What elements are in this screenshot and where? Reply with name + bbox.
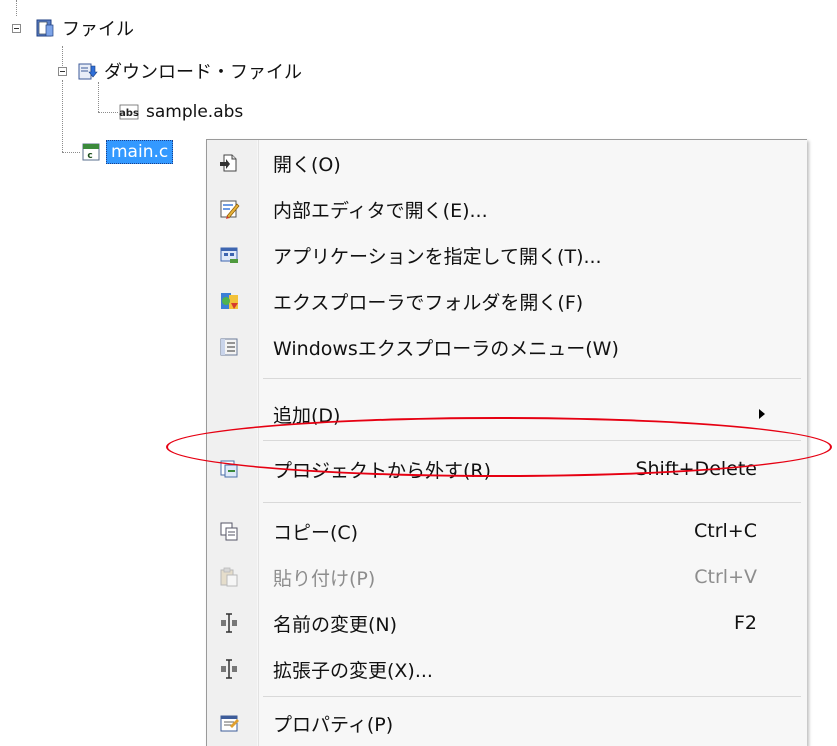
menu-item-windows-explorer-menu[interactable]: Windowsエクスプローラのメニュー(W)	[207, 324, 807, 370]
menu-separator	[263, 502, 801, 503]
folder-file-icon	[34, 17, 56, 39]
menu-item-label: 名前の変更(N)	[273, 613, 398, 636]
menu-item-add[interactable]: 追加(D)	[207, 391, 807, 437]
svg-text:c: c	[87, 151, 92, 161]
menu-item-shortcut: Ctrl+C	[694, 520, 757, 542]
menu-item-label: Windowsエクスプローラのメニュー(W)	[273, 337, 619, 360]
internal-editor-icon	[217, 197, 241, 221]
menu-item-open-with-application[interactable]: アプリケーションを指定して開く(T)...	[207, 232, 807, 278]
tree-connector-line	[62, 46, 63, 66]
c-source-file-icon: c	[80, 141, 102, 163]
tree-connector-line	[98, 112, 118, 113]
tree-item-sample-abs[interactable]: abs sample.abs	[118, 99, 243, 125]
menu-item-label: コピー(C)	[273, 521, 359, 544]
change-extension-icon	[217, 657, 241, 681]
menu-item-label: 開く(O)	[273, 153, 341, 176]
tree-item-files[interactable]: ファイル	[34, 15, 134, 41]
menu-item-shortcut: F2	[733, 612, 757, 634]
open-with-application-icon	[217, 243, 241, 267]
abs-file-icon: abs	[118, 101, 140, 123]
project-tree: ファイル ダウンロード・ファイル abs sample.abs c main.c	[0, 0, 302, 170]
menu-item-properties[interactable]: プロパティ(P)	[207, 700, 807, 746]
menu-separator	[263, 696, 801, 697]
menu-item-open[interactable]: 開く(O)	[207, 140, 807, 186]
menu-item-copy[interactable]: コピー(C) Ctrl+C	[207, 508, 807, 554]
copy-icon	[217, 519, 241, 543]
menu-item-open-internal-editor[interactable]: 内部エディタで開く(E)...	[207, 186, 807, 232]
menu-separator	[263, 378, 801, 379]
menu-item-label: アプリケーションを指定して開く(T)...	[273, 245, 602, 268]
context-menu: 開く(O) 内部エディタで開く(E)... アプリケーションを指定して開く(T)…	[206, 139, 807, 746]
menu-item-shortcut: Shift+Delete	[635, 458, 757, 480]
tree-item-label: ファイル	[62, 19, 134, 40]
properties-icon	[217, 711, 241, 735]
tree-connector-line	[98, 82, 99, 112]
tree-connector-line	[62, 80, 63, 152]
collapse-toggle-download-files[interactable]	[58, 67, 67, 76]
menu-item-open-folder-explorer[interactable]: エクスプローラでフォルダを開く(F)	[207, 278, 807, 324]
explorer-folder-icon	[217, 289, 241, 313]
svg-text:abs: abs	[119, 108, 139, 119]
menu-item-label: 内部エディタで開く(E)...	[273, 199, 488, 222]
collapse-toggle-files[interactable]	[12, 24, 21, 33]
menu-item-shortcut: Ctrl+V	[694, 566, 757, 588]
paste-icon	[217, 565, 241, 589]
open-icon	[217, 151, 241, 175]
menu-item-change-extension[interactable]: 拡張子の変更(X)...	[207, 646, 807, 692]
submenu-arrow-icon	[759, 409, 765, 419]
rename-icon	[217, 611, 241, 635]
menu-item-label: 貼り付け(P)	[273, 567, 376, 590]
tree-item-label: sample.abs	[146, 102, 244, 122]
menu-item-label: プロパティ(P)	[273, 713, 394, 736]
tree-item-main-c[interactable]: c main.c	[80, 139, 174, 165]
menu-item-paste[interactable]: 貼り付け(P) Ctrl+V	[207, 554, 807, 600]
menu-item-rename[interactable]: 名前の変更(N) F2	[207, 600, 807, 646]
remove-from-project-icon	[217, 457, 241, 481]
menu-item-label: プロジェクトから外す(R)	[273, 459, 492, 482]
menu-item-label: エクスプローラでフォルダを開く(F)	[273, 291, 584, 314]
menu-item-label: 追加(D)	[273, 404, 341, 427]
tree-item-label: main.c	[106, 140, 174, 164]
download-folder-icon	[76, 60, 98, 82]
menu-item-remove-from-project[interactable]: プロジェクトから外す(R) Shift+Delete	[207, 446, 807, 492]
menu-separator	[263, 440, 801, 441]
menu-item-label: 拡張子の変更(X)...	[273, 659, 433, 682]
tree-connector-line	[16, 0, 17, 16]
tree-item-download-files[interactable]: ダウンロード・ファイル	[76, 58, 302, 84]
tree-item-label: ダウンロード・ファイル	[104, 62, 302, 83]
windows-explorer-menu-icon	[217, 335, 241, 359]
tree-connector-line	[62, 152, 80, 153]
